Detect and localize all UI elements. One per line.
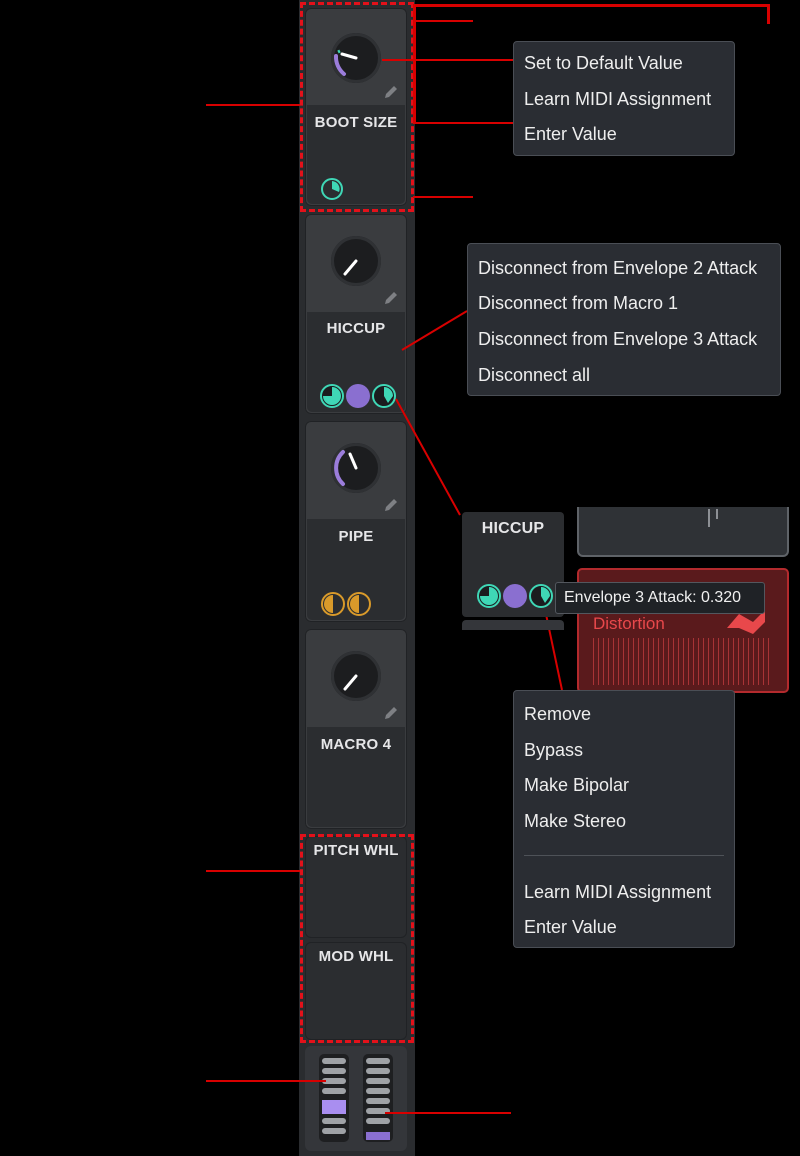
menu-item-disconnect-env3[interactable]: Disconnect from Envelope 3 Attack (478, 329, 757, 350)
menu-item-enter-value[interactable]: Enter Value (524, 917, 617, 938)
zoomed-next-panel (462, 620, 564, 630)
zoomed-hiccup-panel: HICCUP (462, 512, 564, 617)
zoomed-hiccup-label: HICCUP (481, 520, 545, 537)
knob-context-menu: Set to Default Value Learn MIDI Assignme… (513, 41, 735, 156)
menu-item-disconnect-env2[interactable]: Disconnect from Envelope 2 Attack (478, 258, 757, 279)
menu-separator (524, 855, 724, 856)
mod-indicator[interactable] (477, 584, 501, 608)
modulation-tooltip: Envelope 3 Attack: 0.320 (555, 582, 765, 614)
menu-item-learn-midi[interactable]: Learn MIDI Assignment (524, 882, 711, 903)
menu-item-enter-value[interactable]: Enter Value (524, 124, 617, 145)
distortion-display (593, 638, 773, 685)
mod-indicator[interactable] (503, 584, 527, 608)
menu-item-remove[interactable]: Remove (524, 704, 591, 725)
disconnect-context-menu: Disconnect from Envelope 2 Attack Discon… (467, 243, 781, 396)
device-card-top (577, 507, 789, 557)
menu-item-make-stereo[interactable]: Make Stereo (524, 811, 626, 832)
distortion-title: Distortion (593, 614, 665, 633)
mod-indicator-hovered[interactable] (529, 584, 553, 608)
menu-item-learn-midi[interactable]: Learn MIDI Assignment (524, 89, 711, 110)
modulator-context-menu: Remove Bypass Make Bipolar Make Stereo L… (513, 690, 735, 948)
menu-item-make-bipolar[interactable]: Make Bipolar (524, 775, 629, 796)
menu-item-disconnect-all[interactable]: Disconnect all (478, 365, 590, 386)
menu-item-disconnect-macro1[interactable]: Disconnect from Macro 1 (478, 293, 678, 314)
menu-item-set-default[interactable]: Set to Default Value (524, 53, 683, 74)
menu-item-bypass[interactable]: Bypass (524, 740, 583, 761)
